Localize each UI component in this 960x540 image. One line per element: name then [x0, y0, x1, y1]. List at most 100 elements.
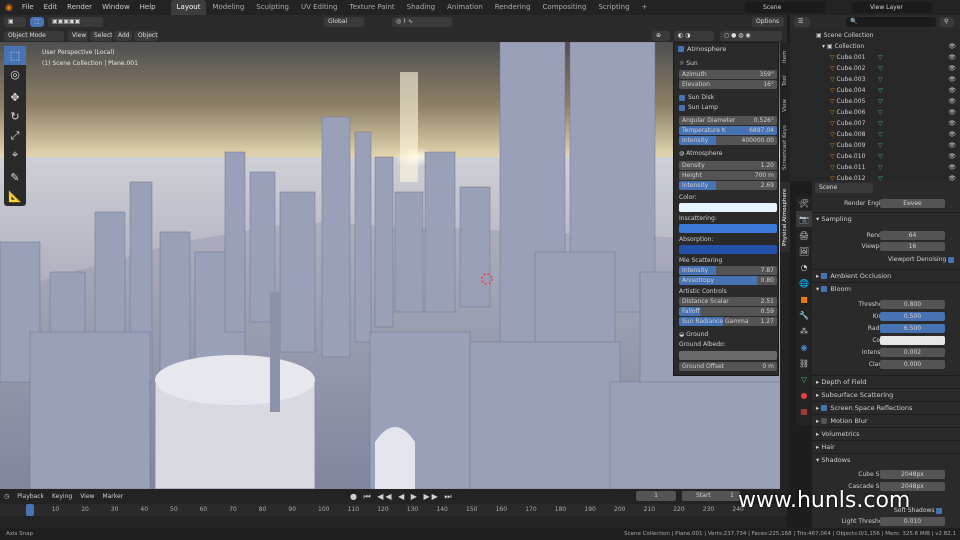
ground-offset-field[interactable]: Ground Offset 0 m	[679, 362, 777, 371]
outliner-item[interactable]: ▽ Cube.007 ▽ 👁	[812, 118, 960, 129]
sun-disk-toggle[interactable]: Sun Disk	[674, 93, 780, 103]
visibility-eye-icon[interactable]: 👁	[948, 96, 956, 107]
azimuth-field[interactable]: Azimuth 359°	[679, 70, 777, 79]
editor-type-icon[interactable]: ▣	[4, 17, 26, 27]
scale-tool-icon[interactable]: ⤢	[4, 126, 26, 145]
view-layer-icon[interactable]: 🖼	[796, 243, 812, 259]
filter-icon[interactable]: ⚲	[940, 17, 954, 27]
tab-view[interactable]: View	[780, 94, 790, 116]
temperature-field[interactable]: Temperature K 6897.04	[679, 126, 777, 135]
subsurface-section[interactable]: ▸ Subsurface Scattering	[812, 388, 960, 400]
sampling-section[interactable]: ▾ Sampling	[812, 212, 960, 224]
visibility-eye-icon[interactable]: 👁	[948, 41, 956, 52]
atmosphere-checkbox[interactable]	[678, 46, 684, 52]
tab-sculpting[interactable]: Sculpting	[250, 0, 295, 15]
view-menu[interactable]: View	[68, 31, 88, 41]
outliner-item[interactable]: ▽ Cube.009 ▽ 👁	[812, 140, 960, 151]
modifier-props-icon[interactable]: 🔧	[796, 307, 812, 323]
select-box-tool-icon[interactable]: ⬚	[4, 46, 26, 65]
elevation-field[interactable]: Elevation 16°	[679, 80, 777, 89]
menu-edit[interactable]: Edit	[39, 0, 63, 15]
tab-rendering[interactable]: Rendering	[489, 0, 537, 15]
shadows-section[interactable]: ▾ Shadows	[812, 453, 960, 465]
menu-render[interactable]: Render	[62, 0, 97, 15]
measure-tool-icon[interactable]: 📐	[4, 187, 26, 206]
shading-modes[interactable]: ○ ● ◍ ◉	[720, 31, 782, 41]
tab-shading[interactable]: Shading	[401, 0, 441, 15]
bloom-section[interactable]: ▾ Bloom	[812, 282, 960, 294]
particles-props-icon[interactable]: ⁂	[796, 323, 812, 339]
menu-window[interactable]: Window	[97, 0, 135, 15]
outliner-item[interactable]: ▽ Cube.008 ▽ 👁	[812, 129, 960, 140]
scene-props-icon[interactable]: ◔	[796, 259, 812, 275]
tab-texture-paint[interactable]: Texture Paint	[344, 0, 401, 15]
outliner-item[interactable]: ▽ Cube.003 ▽ 👁	[812, 74, 960, 85]
cursor-tool-icon[interactable]: ◎	[4, 65, 26, 84]
move-tool-icon[interactable]: ✥	[4, 88, 26, 107]
inscattering-swatch[interactable]	[679, 224, 777, 233]
tab-scripting[interactable]: Scripting	[592, 0, 635, 15]
start-frame-field[interactable]: Start 1	[682, 491, 740, 501]
falloff-field[interactable]: Falloff 0.59	[679, 307, 777, 316]
outliner-scene-collection[interactable]: ▣ Scene Collection	[812, 30, 960, 41]
clamp-field[interactable]: 0.000	[880, 360, 945, 369]
annotate-tool-icon[interactable]: ✎	[4, 168, 26, 187]
visibility-eye-icon[interactable]: 👁	[948, 63, 956, 74]
color-swatch[interactable]	[679, 203, 777, 212]
bloom-color-swatch[interactable]	[880, 336, 945, 345]
height-field[interactable]: Height 700 m	[679, 171, 777, 180]
render-engine-dropdown[interactable]: Eevee	[880, 199, 945, 208]
ground-albedo-swatch[interactable]	[679, 351, 777, 360]
menu-file[interactable]: File	[17, 0, 39, 15]
tab-uv-editing[interactable]: UV Editing	[295, 0, 344, 15]
visibility-eye-icon[interactable]: 👁	[948, 85, 956, 96]
tab-animation[interactable]: Animation	[441, 0, 489, 15]
mie-intensity-field[interactable]: Intensity 7.87	[679, 266, 777, 275]
visibility-eye-icon[interactable]: 👁	[948, 129, 956, 140]
volumetrics-section[interactable]: ▸ Volumetrics	[812, 427, 960, 439]
atmosphere-intensity-field[interactable]: Intensity 2.69	[679, 181, 777, 190]
object-menu[interactable]: Object	[134, 31, 158, 41]
scene-selector[interactable]: Scene	[745, 2, 825, 13]
outliner-item[interactable]: ▽ Cube.010 ▽ 👁	[812, 151, 960, 162]
angular-diameter-field[interactable]: Angular Diameter 0.526°	[679, 116, 777, 125]
bloom-intensity-field[interactable]: 0.002	[880, 348, 945, 357]
anisotropy-field[interactable]: Anisotropy 0.80	[679, 276, 777, 285]
outliner-item[interactable]: ▽ Cube.006 ▽ 👁	[812, 107, 960, 118]
cube-size-dropdown[interactable]: 2048px	[880, 470, 945, 479]
visibility-eye-icon[interactable]: 👁	[948, 107, 956, 118]
visibility-eye-icon[interactable]: 👁	[948, 162, 956, 173]
gizmo-toggle-icon[interactable]: ⊕	[652, 31, 670, 41]
options-dropdown[interactable]: Options	[752, 17, 784, 27]
select-mode-icon[interactable]: ⬚	[30, 17, 44, 27]
outliner-collection[interactable]: ▾ ▣ Collection 👁	[812, 41, 960, 52]
menu-help[interactable]: Help	[135, 0, 161, 15]
playback-menu[interactable]: Playback	[17, 491, 44, 502]
rotate-tool-icon[interactable]: ↻	[4, 107, 26, 126]
tab-physical-atmosphere[interactable]: Physical Atmosphere	[780, 182, 790, 252]
transform-orientation[interactable]: Global	[324, 17, 364, 27]
material-props-icon[interactable]: ●	[796, 387, 812, 403]
3d-viewport[interactable]: User Perspective (Local) (1) Scene Colle…	[0, 42, 787, 489]
outliner-item[interactable]: ▽ Cube.004 ▽ 👁	[812, 85, 960, 96]
timeline-view-menu[interactable]: View	[80, 491, 94, 502]
visibility-eye-icon[interactable]: 👁	[948, 151, 956, 162]
outliner-item[interactable]: ▽ Cube.001 ▽ 👁	[812, 52, 960, 63]
visibility-eye-icon[interactable]: 👁	[948, 140, 956, 151]
outliner-search-input[interactable]: 🔍	[846, 17, 936, 27]
light-threshold-field[interactable]: 0.010	[880, 517, 945, 526]
selection-modes[interactable]: ▣▣▣▣▣	[48, 17, 103, 27]
absorption-swatch[interactable]	[679, 245, 777, 254]
view-layer-selector[interactable]: View Layer	[852, 2, 932, 13]
atmosphere-header[interactable]: Atmosphere	[674, 44, 780, 54]
transform-tool-icon[interactable]: ⌖	[4, 145, 26, 164]
render-samples-field[interactable]: 64	[880, 231, 945, 240]
threshold-field[interactable]: 0.800	[880, 300, 945, 309]
mode-dropdown[interactable]: Object Mode	[4, 31, 64, 41]
visibility-eye-icon[interactable]: 👁	[948, 52, 956, 63]
constraints-props-icon[interactable]: ⛓	[796, 355, 812, 371]
sun-radiance-gamma-field[interactable]: Sun Radiance Gamma 1.27	[679, 317, 777, 326]
physics-props-icon[interactable]: ◉	[796, 339, 812, 355]
add-workspace-button[interactable]: +	[636, 0, 654, 15]
visibility-eye-icon[interactable]: 👁	[948, 74, 956, 85]
